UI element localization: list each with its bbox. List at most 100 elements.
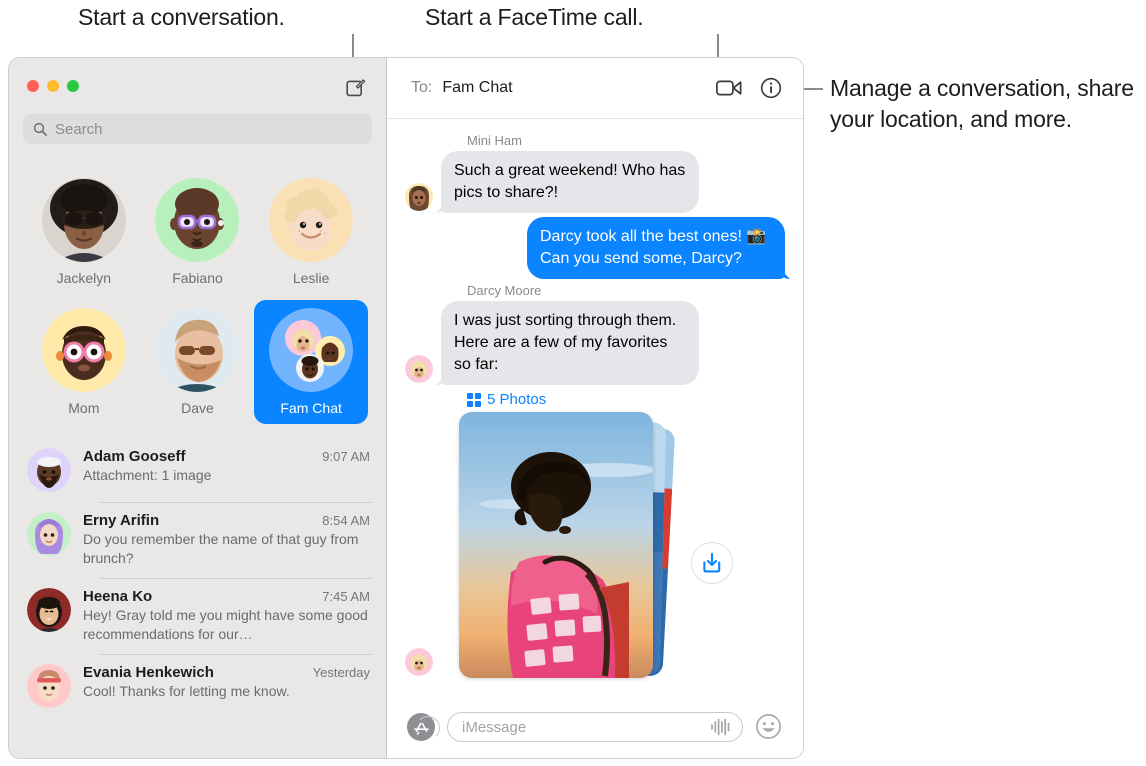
conversation-preview: Hey! Gray told me you might have some go… [83,607,368,642]
avatar [155,308,240,392]
info-button[interactable] [755,73,787,103]
avatar [41,308,126,392]
conversation-name: Erny Arifin [83,512,160,529]
conversation-name: Adam Gooseff [83,448,186,465]
photos-attachment-link[interactable]: 5 Photos [467,391,785,408]
photo-sunset-portrait [459,412,653,678]
apps-button[interactable] [407,713,440,741]
emoji-picker-button[interactable] [755,713,783,741]
pinned-item-jackelyn[interactable]: Jackelyn [27,170,141,294]
video-camera-icon [716,80,742,96]
message-list: Mini Ham Such a great weekend! Who has p… [387,119,803,696]
group-three-avatars-avatar [269,308,354,392]
avatar [27,664,71,708]
search-input[interactable]: Search [23,114,372,144]
avatar [27,588,71,632]
conversation-preview: Do you remember the name of that guy fro… [83,531,359,566]
conversation-time: Yesterday [312,665,370,680]
to-label: To: [411,79,433,96]
message-row-incoming: Such a great weekend! Who has pics to sh… [405,151,785,213]
window-controls [27,80,79,92]
message-row-incoming: I was just sorting through them. Here ar… [405,301,785,385]
message-row-outgoing: Darcy took all the best ones! 📸 Can you … [405,217,785,279]
conversation-time: 9:07 AM [322,449,370,464]
conversation-content: Adam Gooseff 9:07 AM Attachment: 1 image [83,448,370,492]
callout-start-facetime: Start a FaceTime call. [425,4,644,30]
download-attachment-button[interactable] [691,542,733,584]
memoji-pink-glasses-avatar [41,308,126,392]
pinned-item-label: Fam Chat [280,400,342,416]
screenshot-stage: Start a conversation. Start a FaceTime c… [0,0,1146,766]
photo-woman-bangs-avatar [27,588,71,632]
message-group: Darcy took all the best ones! 📸 Can you … [405,217,785,279]
conversation-time: 7:45 AM [322,589,370,604]
callout-start-conversation: Start a conversation. [78,4,285,30]
memoji-blond-curly-avatar [269,178,354,262]
conversation-time: 8:54 AM [322,513,370,528]
avatar [269,178,354,262]
search-icon [33,122,47,136]
avatar [27,512,71,556]
conversation-header: Heena Ko 7:45 AM [83,588,370,605]
conversation-name: Evania Henkewich [83,664,214,681]
photo-card-front[interactable] [459,412,653,678]
message-bubble[interactable]: Darcy took all the best ones! 📸 Can you … [527,217,785,279]
emoji-smiley-icon [756,714,781,739]
conversation-row-adam-gooseff[interactable]: Adam Gooseff 9:07 AM Attachment: 1 image [9,438,386,502]
conversation-row-heena-ko[interactable]: Heena Ko 7:45 AM Hey! Gray told me you m… [9,578,386,654]
grid-icon [467,392,481,407]
message-group: Mini Ham Such a great weekend! Who has p… [405,133,785,213]
conversation-content: Evania Henkewich Yesterday Cool! Thanks … [83,664,370,708]
zoom-button[interactable] [67,80,79,92]
conversation-preview: Attachment: 1 image [83,467,212,483]
memoji-headband-avatar [27,664,71,708]
facetime-button[interactable] [713,73,745,103]
callout-manage-conversation: Manage a conversation, share your locati… [830,75,1134,132]
photos-count-label: 5 Photos [487,391,547,408]
avatar [155,178,240,262]
pinned-item-mom[interactable]: Mom [27,300,141,424]
message-bubble[interactable]: I was just sorting through them. Here ar… [441,301,699,385]
messages-window: Search Jackelyn Fabiano Leslie Mom Dave … [8,57,804,759]
audio-waveform-icon[interactable] [710,718,732,736]
compose-button[interactable] [344,76,368,100]
pinned-item-fabiano[interactable]: Fabiano [141,170,255,294]
message-bubble[interactable]: Such a great weekend! Who has pics to sh… [441,151,699,213]
pinned-item-label: Jackelyn [56,270,112,286]
photo-stack[interactable] [459,412,676,680]
message-sender: Darcy Moore [467,283,542,298]
conversation-name: Heena Ko [83,588,153,605]
message-placeholder: iMessage [462,718,527,736]
compose-icon [346,79,366,97]
recipient-name[interactable]: Fam Chat [442,79,512,97]
photo-woman-sunglasses-avatar [41,178,126,262]
photo-stack-row [405,412,785,680]
memoji-long-hair-avatar [405,183,433,211]
pinned-item-dave[interactable]: Dave [141,300,255,424]
memoji-bald-purple-glasses-avatar [155,178,240,262]
conversation-row-evania-henkewich[interactable]: Evania Henkewich Yesterday Cool! Thanks … [9,654,386,718]
pinned-item-fam-chat[interactable]: Fam Chat [254,300,368,424]
memoji-blond-bob-avatar [405,355,433,383]
avatar [405,648,433,676]
search-container: Search [9,114,386,156]
message-sender: Mini Ham [467,133,522,148]
close-button[interactable] [27,80,39,92]
conversation-content: Heena Ko 7:45 AM Hey! Gray told me you m… [83,588,370,644]
conversation-header: Evania Henkewich Yesterday [83,664,370,681]
sidebar: Search Jackelyn Fabiano Leslie Mom Dave … [9,58,387,758]
message-composer: iMessage [387,696,803,758]
minimize-button[interactable] [47,80,59,92]
conversation-row-erny-arifin[interactable]: Erny Arifin 8:54 AM Do you remember the … [9,502,386,578]
pinned-conversations: Jackelyn Fabiano Leslie Mom Dave Fam Cha… [9,156,386,430]
conversation-list: Adam Gooseff 9:07 AM Attachment: 1 image [9,430,386,758]
conversation-header: Erny Arifin 8:54 AM [83,512,370,529]
memoji-hijab-avatar [27,512,71,556]
avatar [405,183,433,211]
avatar [41,178,126,262]
avatar [269,308,354,392]
message-input[interactable]: iMessage [447,712,743,742]
conversation-header: Adam Gooseff 9:07 AM [83,448,370,465]
conversation-content: Erny Arifin 8:54 AM Do you remember the … [83,512,370,568]
pinned-item-leslie[interactable]: Leslie [254,170,368,294]
